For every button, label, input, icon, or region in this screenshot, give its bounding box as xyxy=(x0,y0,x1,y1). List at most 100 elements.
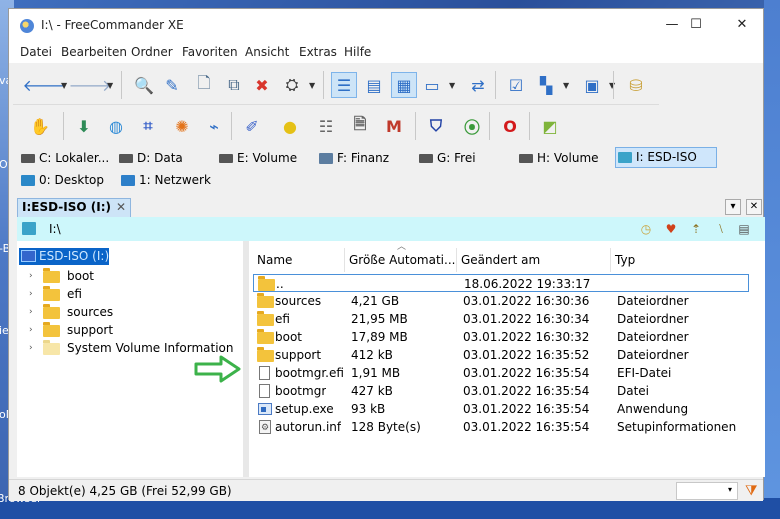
table-row[interactable]: bootmgr 427 kB 03.01.2022 16:35:54 Datei xyxy=(253,382,749,400)
tab-esd-iso[interactable]: I:ESD-ISO (I:) ✕ xyxy=(17,198,131,217)
drive-button[interactable]: 0: Desktop xyxy=(19,171,104,191)
table-row[interactable]: .. 18.06.2022 19:33:17 xyxy=(253,274,749,292)
notepad-button[interactable]: ☷ xyxy=(313,113,339,139)
drive-button[interactable]: 1: Netzwerk xyxy=(119,171,211,191)
chevron-down-icon[interactable]: ▼ xyxy=(309,81,315,90)
filter-icon[interactable]: ⧩ xyxy=(745,483,758,499)
opera-button[interactable]: O xyxy=(497,113,523,139)
menu-extras[interactable]: Extras xyxy=(299,45,337,59)
tool-blue-button[interactable]: ⌗ xyxy=(135,113,161,139)
file-list[interactable]: Name Größe Automati... Geändert am Typ ︿… xyxy=(249,241,765,477)
column-type[interactable]: Typ xyxy=(611,248,765,272)
chevron-down-icon[interactable]: ▼ xyxy=(449,81,455,90)
folder-icon xyxy=(257,347,274,362)
chevron-down-icon[interactable]: ▼ xyxy=(563,81,569,90)
tab-close-icon[interactable]: ✕ xyxy=(116,199,126,216)
green-tool-button[interactable]: ⦿ xyxy=(459,113,485,139)
menu-favoriten[interactable]: Favoriten xyxy=(182,45,238,59)
maximize-button[interactable]: ☐ xyxy=(673,9,719,41)
menu-bearbeiten[interactable]: Bearbeiten xyxy=(61,45,127,59)
monitor-button[interactable]: ⌁ xyxy=(201,113,227,139)
tree-item-label: boot xyxy=(67,269,95,283)
forward-button[interactable]: 🡒 xyxy=(69,72,112,98)
drive-button[interactable]: C: Lokaler... xyxy=(19,149,109,169)
tree-view-button[interactable]: ☰ xyxy=(331,72,357,98)
column-modified[interactable]: Geändert am xyxy=(457,248,611,272)
burst-button[interactable]: ✺ xyxy=(169,113,195,139)
copy-button[interactable]: ⧉ xyxy=(221,72,247,98)
warning-button[interactable]: ● xyxy=(277,113,303,139)
menu-datei[interactable]: Datei xyxy=(20,45,52,59)
pen-tool-button[interactable]: ✐ xyxy=(239,113,265,139)
chevron-right-icon[interactable]: › xyxy=(29,303,33,321)
table-row[interactable]: sources 4,21 GB 03.01.2022 16:30:36 Dateior… xyxy=(253,292,749,310)
panel-button[interactable]: ▣ xyxy=(579,72,605,98)
binoculars-icon: ⛭ xyxy=(285,75,299,94)
file-icon xyxy=(259,384,270,398)
chevron-right-icon[interactable]: › xyxy=(29,267,33,285)
root-folder-button[interactable]: ⧵ xyxy=(712,221,730,237)
menu-ordner[interactable]: Ordner xyxy=(131,45,173,59)
tree-item[interactable]: › support xyxy=(29,321,113,339)
parent-folder-button[interactable]: ⇡ xyxy=(687,221,705,237)
cell-date: 03.01.2022 16:30:36 xyxy=(463,294,590,308)
list-view-button[interactable]: ▦ xyxy=(391,72,417,98)
menu-ansicht[interactable]: Ansicht xyxy=(245,45,289,59)
tree-item[interactable]: › efi xyxy=(29,285,82,303)
details-view-button[interactable]: ▤ xyxy=(361,72,387,98)
tree-item[interactable]: › boot xyxy=(29,267,94,285)
close-button[interactable]: ✕ xyxy=(719,9,765,41)
table-row[interactable]: autorun.inf 128 Byte(s) 03.01.2022 16:35:5… xyxy=(253,418,749,436)
drive-button[interactable]: G: Frei xyxy=(417,149,476,169)
chevron-down-icon[interactable]: ▼ xyxy=(107,81,113,90)
table-row[interactable]: support 412 kB 03.01.2022 16:35:52 Dateiord… xyxy=(253,346,749,364)
drive-button[interactable]: F: Finanz xyxy=(317,149,389,169)
thumbnail-view-button[interactable]: ▭ xyxy=(419,72,445,98)
shield-button[interactable]: ⛉ xyxy=(423,113,449,139)
checklist-button[interactable]: ☑ xyxy=(503,72,529,98)
chevron-right-icon[interactable]: › xyxy=(29,321,33,339)
toolbar-separator xyxy=(495,71,496,99)
chevron-right-icon[interactable]: › xyxy=(29,285,33,303)
table-row[interactable]: bootmgr.efi 1,91 MB 03.01.2022 16:35:54 EFI… xyxy=(253,364,749,382)
chevron-down-icon[interactable]: ▼ xyxy=(61,81,67,90)
sync-button[interactable]: ⇄ xyxy=(465,72,491,98)
drive-button[interactable]: D: Data xyxy=(117,149,183,169)
hand-button[interactable]: ✋ xyxy=(27,113,53,139)
layout-button[interactable]: ▚ xyxy=(533,72,559,98)
cell-date: 03.01.2022 16:35:54 xyxy=(463,420,590,434)
search-button[interactable]: 🔍 xyxy=(131,72,157,98)
drive-button[interactable]: E: Volume xyxy=(217,149,297,169)
filter-combo[interactable]: ▾ xyxy=(676,482,738,500)
table-row[interactable]: setup.exe 93 kB 03.01.2022 16:35:54 Anwendu… xyxy=(253,400,749,418)
drive-button[interactable]: H: Volume xyxy=(517,149,599,169)
menu-hilfe[interactable]: Hilfe xyxy=(344,45,371,59)
tree-item[interactable]: › sources xyxy=(29,303,113,321)
table-row[interactable]: efi 21,95 MB 03.01.2022 16:30:34 Dateiordne… xyxy=(253,310,749,328)
folder-icon xyxy=(43,304,60,319)
tab-menu-button[interactable]: ▾ xyxy=(725,199,741,215)
path-text[interactable]: I:\ xyxy=(49,222,61,236)
table-row[interactable]: boot 17,89 MB 03.01.2022 16:30:32 Dateiordn… xyxy=(253,328,749,346)
delete-button[interactable]: ✖ xyxy=(249,72,275,98)
binoculars-button[interactable]: ⛭ xyxy=(279,72,305,98)
archive-button[interactable]: ⛁ xyxy=(623,72,649,98)
tree-root-esd-iso[interactable]: ESD-ISO (I:) xyxy=(19,248,110,265)
install-button[interactable]: ⬇ xyxy=(71,113,97,139)
column-name[interactable]: Name xyxy=(253,248,345,272)
toolbar-separator xyxy=(323,71,324,99)
new-file-button[interactable]: 🗋 xyxy=(191,72,217,98)
history-button[interactable]: ◷ xyxy=(637,221,655,237)
edit-button[interactable]: ✎ xyxy=(159,72,185,98)
favorites-button[interactable]: ♥ xyxy=(662,221,680,237)
chevron-right-icon[interactable]: › xyxy=(29,339,33,357)
mm-button[interactable]: M xyxy=(381,113,407,139)
folder-options-button[interactable]: ▤ xyxy=(735,221,753,237)
title-bar[interactable]: I:\ - FreeCommander XE — ☐ ✕ xyxy=(9,9,763,41)
document-button[interactable]: 🗎 xyxy=(347,113,373,139)
panel-close-button[interactable]: ✕ xyxy=(746,199,762,215)
drive-button[interactable]: I: ESD-ISO xyxy=(615,147,717,168)
globe-button[interactable]: ◍ xyxy=(103,113,129,139)
back-button[interactable]: 🡐 xyxy=(23,72,66,98)
image-editor-button[interactable]: ◩ xyxy=(537,113,563,139)
